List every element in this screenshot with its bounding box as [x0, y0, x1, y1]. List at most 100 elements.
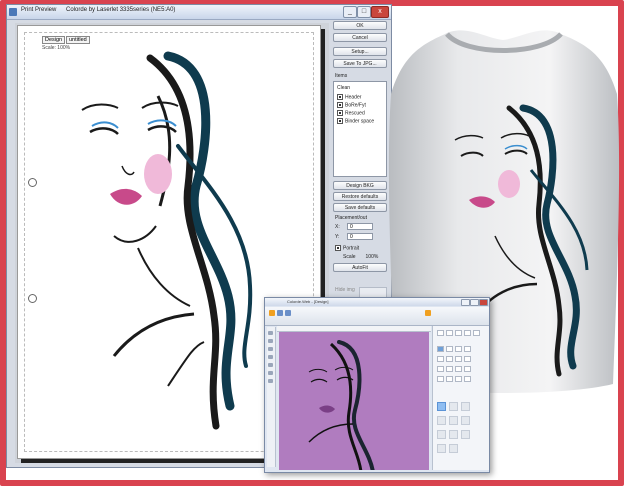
- shape-icon[interactable]: [464, 346, 471, 352]
- layout-tile[interactable]: [437, 430, 446, 439]
- shape-icon[interactable]: [455, 376, 462, 382]
- tool-icon[interactable]: [268, 363, 273, 367]
- editor-title: Colorde.Web - [Design]: [287, 299, 329, 304]
- tool-icon[interactable]: [268, 331, 273, 335]
- list-item[interactable]: Binder space: [337, 118, 374, 124]
- eye-left-shadow: [91, 121, 119, 129]
- cheek-blush: [144, 154, 172, 194]
- y-spinbox[interactable]: 0: [347, 233, 373, 240]
- editor-toolbar: [265, 307, 489, 326]
- shoulder-line: [112, 312, 195, 357]
- editor-left-toolbar: [267, 327, 276, 467]
- nose-line: [121, 165, 135, 176]
- checkbox-icon[interactable]: [337, 118, 343, 124]
- editor-canvas[interactable]: [279, 332, 429, 474]
- layout-tile[interactable]: [461, 402, 470, 411]
- palette-swatch[interactable]: [446, 330, 453, 336]
- layout-tile[interactable]: [437, 402, 446, 411]
- layout-tile[interactable]: [449, 416, 458, 425]
- eyebrow-left: [81, 103, 119, 111]
- editor-maximize-button[interactable]: [470, 299, 479, 306]
- portrait-option[interactable]: Portrait: [335, 245, 359, 251]
- eye-left: [89, 127, 119, 135]
- tool-icon[interactable]: [269, 310, 275, 316]
- neck-line: [137, 247, 191, 307]
- placement-group-label: Placement/out: [335, 215, 367, 221]
- shape-icon[interactable]: [464, 356, 471, 362]
- checkbox-icon[interactable]: [337, 94, 343, 100]
- cancel-button[interactable]: Cancel: [333, 33, 387, 42]
- checkbox-icon[interactable]: [337, 102, 343, 108]
- save-defaults-button[interactable]: Save defaults: [333, 203, 387, 212]
- list-item[interactable]: Clean: [337, 85, 350, 91]
- shape-icon[interactable]: [446, 346, 453, 352]
- maximize-button[interactable]: □: [357, 6, 371, 18]
- chest-line: [167, 341, 205, 387]
- palette-swatch[interactable]: [455, 330, 462, 336]
- eye-right: [147, 125, 177, 133]
- autofit-button[interactable]: AutoFit: [333, 263, 387, 272]
- hair-stroke: [163, 51, 236, 411]
- checkbox-icon[interactable]: [335, 245, 341, 251]
- layout-tile[interactable]: [461, 430, 470, 439]
- jaw-line: [113, 225, 157, 243]
- lips: [110, 188, 142, 205]
- window-title-text: Print Preview: [21, 7, 57, 13]
- minimize-button[interactable]: _: [343, 6, 357, 18]
- shape-icon[interactable]: [464, 376, 471, 382]
- list-item[interactable]: Rescued: [337, 110, 365, 116]
- x-spinbox[interactable]: 0: [347, 223, 373, 230]
- editor-right-panel: [432, 326, 489, 470]
- editor-window: Colorde.Web - [Design]: [264, 297, 490, 474]
- layout-tile[interactable]: [449, 430, 458, 439]
- editor-title-bar: Colorde.Web - [Design]: [265, 298, 489, 306]
- shape-icon[interactable]: [455, 346, 462, 352]
- tool-icon[interactable]: [425, 310, 431, 316]
- tool-icon[interactable]: [285, 310, 291, 316]
- design-bkg-button[interactable]: Design BKG: [333, 181, 387, 190]
- shape-icon[interactable]: [437, 376, 444, 382]
- tool-icon[interactable]: [268, 339, 273, 343]
- palette-swatch[interactable]: [464, 330, 471, 336]
- shape-icon[interactable]: [437, 356, 444, 362]
- shape-icon[interactable]: [455, 366, 462, 372]
- layout-tile[interactable]: [461, 416, 470, 425]
- title-bar: Print Preview Colorde by Laserlet 3335se…: [7, 5, 391, 20]
- shape-icon[interactable]: [446, 356, 453, 362]
- setup-button[interactable]: Setup...: [333, 47, 387, 56]
- hide-label: Hide img: [335, 287, 355, 293]
- shape-icon[interactable]: [437, 366, 444, 372]
- shape-icon[interactable]: [464, 366, 471, 372]
- tool-icon[interactable]: [277, 310, 283, 316]
- tool-icon[interactable]: [268, 355, 273, 359]
- window-title: Print Preview Colorde by Laserlet 3335se…: [21, 7, 175, 13]
- items-list[interactable]: Clean Header BoRe/Fyt Rescued Binder spa…: [333, 81, 387, 177]
- shape-icon[interactable]: [446, 376, 453, 382]
- palette-swatch[interactable]: [473, 330, 480, 336]
- ok-button[interactable]: OK: [333, 21, 387, 30]
- tool-icon[interactable]: [268, 347, 273, 351]
- document-title: Colorde by Laserlet 3335series (NE5:A0): [66, 7, 176, 13]
- shape-icon[interactable]: [437, 346, 444, 352]
- tool-icon[interactable]: [268, 371, 273, 375]
- editor-close-button[interactable]: [479, 299, 488, 306]
- y-label: Y:: [335, 234, 340, 240]
- layout-tile[interactable]: [449, 444, 458, 453]
- layout-tile[interactable]: [437, 416, 446, 425]
- shape-icon[interactable]: [455, 356, 462, 362]
- list-item[interactable]: Header: [337, 94, 361, 100]
- canvas-artwork: [308, 340, 375, 474]
- x-label: X:: [335, 224, 340, 230]
- layout-tile[interactable]: [437, 444, 446, 453]
- palette-swatch[interactable]: [437, 330, 444, 336]
- list-item[interactable]: BoRe/Fyt: [337, 102, 366, 108]
- scale-label: Scale 100%: [343, 254, 379, 260]
- layout-tile[interactable]: [449, 402, 458, 411]
- checkbox-icon[interactable]: [337, 110, 343, 116]
- shirt-blush: [498, 170, 520, 198]
- restore-defaults-button[interactable]: Restore defaults: [333, 192, 387, 201]
- editor-minimize-button[interactable]: [461, 299, 470, 306]
- save-jpg-button[interactable]: Save To JPG...: [333, 59, 387, 68]
- tool-icon[interactable]: [268, 379, 273, 383]
- shape-icon[interactable]: [446, 366, 453, 372]
